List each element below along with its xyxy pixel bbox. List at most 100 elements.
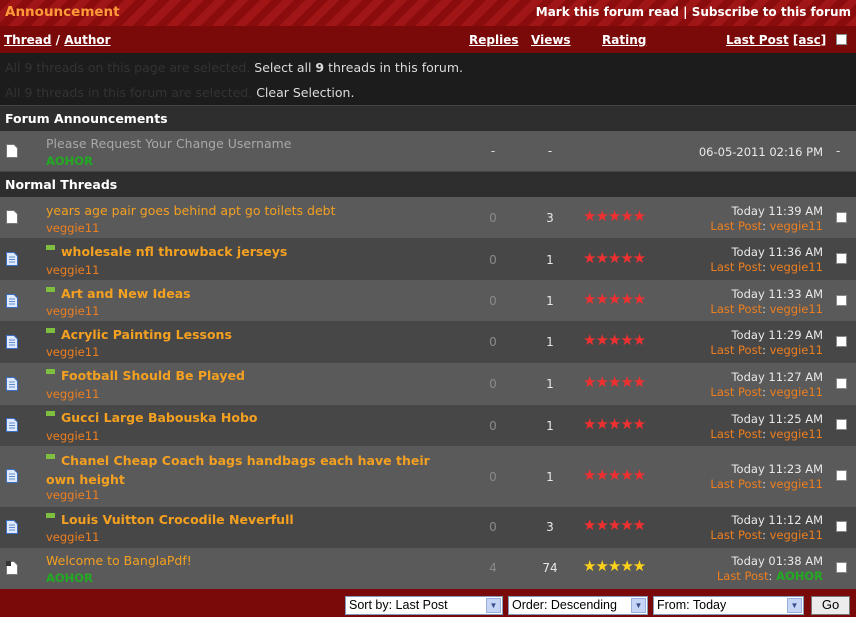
announcement-title-link[interactable]: Please Request Your Change Username	[46, 136, 292, 151]
thread-rating-stars: ★★★★★	[583, 249, 646, 267]
thread-replies: 0	[489, 520, 497, 534]
sort-by-thread-link[interactable]: Thread	[4, 33, 51, 47]
thread-author-link[interactable]: veggie11	[46, 488, 99, 502]
last-post-user-link[interactable]: AOHOR	[776, 569, 823, 583]
thread-row[interactable]: Gucci Large Babouska Hobo veggie11 0 1 ★…	[0, 405, 856, 446]
thread-select-checkbox[interactable]	[836, 253, 847, 264]
thread-replies: 0	[489, 335, 497, 349]
last-post-user-link[interactable]: veggie11	[770, 477, 823, 491]
last-post-user-link[interactable]: veggie11	[770, 343, 823, 357]
thread-author-link[interactable]: veggie11	[46, 429, 99, 443]
clear-selection-link[interactable]: Clear Selection.	[256, 85, 354, 100]
announcement-row[interactable]: Please Request Your Change Username AOHO…	[0, 131, 856, 171]
green-tag-icon	[46, 328, 55, 333]
thread-author-link[interactable]: veggie11	[46, 345, 99, 359]
go-button[interactable]: Go	[811, 596, 850, 615]
thread-author-link[interactable]: veggie11	[46, 530, 99, 544]
thread-row[interactable]: Art and New Ideas veggie11 0 1 ★★★★★ Tod…	[0, 280, 856, 321]
last-post-time: Today 11:25 AM	[731, 412, 823, 426]
announcement-mod-dash: -	[836, 144, 841, 158]
thread-status-icon	[6, 335, 18, 349]
select-all-forum-link[interactable]: Select all 9 threads in this forum.	[254, 60, 463, 75]
forum-title: Announcement	[5, 4, 120, 20]
thread-replies: 0	[489, 294, 497, 308]
thread-status-icon	[6, 294, 18, 308]
last-post-link[interactable]: Last Post	[710, 528, 762, 542]
thread-replies: 4	[489, 561, 497, 575]
announcement-icon	[6, 144, 18, 158]
last-post-info: Last Post: veggie11	[710, 260, 823, 274]
announcement-author[interactable]: AOHOR	[46, 154, 93, 168]
last-post-user-link[interactable]: veggie11	[770, 385, 823, 399]
thread-select-checkbox[interactable]	[836, 562, 847, 573]
thread-title-link[interactable]: years age pair goes behind apt go toilet…	[46, 203, 335, 218]
last-post-colon: :	[762, 385, 766, 399]
last-post-link[interactable]: Last Post	[710, 343, 762, 357]
thread-select-checkbox[interactable]	[836, 295, 847, 306]
last-post-link[interactable]: Last Post	[710, 302, 762, 316]
thread-title-link[interactable]: Gucci Large Babouska Hobo	[46, 410, 257, 425]
last-post-link[interactable]: Last Post	[710, 427, 762, 441]
subscribe-forum-link[interactable]: Subscribe to this forum	[692, 5, 851, 19]
sort-by-rating-link[interactable]: Rating	[602, 33, 646, 47]
thread-rating-stars: ★★★★★	[583, 466, 646, 484]
last-post-link[interactable]: Last Post	[710, 219, 762, 233]
thread-select-checkbox[interactable]	[836, 212, 847, 223]
from-date-value: From: Today	[657, 598, 727, 612]
thread-select-checkbox[interactable]	[836, 419, 847, 430]
thread-status-icon	[6, 561, 18, 575]
last-post-time: Today 11:23 AM	[731, 462, 823, 476]
thread-row[interactable]: Football Should Be Played veggie11 0 1 ★…	[0, 363, 856, 405]
thread-title-link[interactable]: Football Should Be Played	[46, 368, 245, 383]
thread-row[interactable]: Louis Vuitton Crocodile Neverfull veggie…	[0, 507, 856, 548]
thread-title-link[interactable]: Chanel Cheap Coach bags handbags each ha…	[46, 451, 430, 489]
last-post-link[interactable]: Last Post	[717, 569, 769, 583]
from-date-select[interactable]: From: Today ▼	[653, 596, 804, 615]
thread-author-link[interactable]: AOHOR	[46, 571, 93, 585]
sort-by-views-link[interactable]: Views	[531, 33, 571, 47]
last-post-user-link[interactable]: veggie11	[770, 219, 823, 233]
last-post-colon: :	[762, 302, 766, 316]
thread-title-link[interactable]: Louis Vuitton Crocodile Neverfull	[46, 512, 294, 527]
sort-by-author-link[interactable]: Author	[64, 33, 110, 47]
thread-title-link[interactable]: Art and New Ideas	[46, 286, 191, 301]
thread-views: 1	[546, 419, 554, 433]
thread-author-link[interactable]: veggie11	[46, 263, 99, 277]
thread-row[interactable]: years age pair goes behind apt go toilet…	[0, 197, 856, 238]
sort-by-replies-link[interactable]: Replies	[469, 33, 518, 47]
forum-selected-text: All 9 threads in this forum are selected…	[5, 85, 253, 100]
thread-row[interactable]: Welcome to BanglaPdf! AOHOR 4 74 ★★★★★ T…	[0, 548, 856, 589]
thread-title-link[interactable]: Acrylic Painting Lessons	[46, 327, 232, 342]
thread-select-checkbox[interactable]	[836, 336, 847, 347]
last-post-link[interactable]: Last Post	[710, 385, 762, 399]
thread-author-link[interactable]: veggie11	[46, 304, 99, 318]
thread-select-checkbox[interactable]	[836, 378, 847, 389]
thread-select-checkbox[interactable]	[836, 470, 847, 481]
thread-title-link[interactable]: wholesale nfl throwback jerseys	[46, 244, 287, 259]
thread-row[interactable]: Chanel Cheap Coach bags handbags each ha…	[0, 446, 856, 507]
thread-views: 1	[546, 470, 554, 484]
select-all-checkbox[interactable]	[836, 34, 847, 45]
selection-line-forum: All 9 threads in this forum are selected…	[5, 85, 354, 100]
last-post-link[interactable]: Last Post	[710, 260, 762, 274]
thread-row[interactable]: wholesale nfl throwback jerseys veggie11…	[0, 238, 856, 280]
chevron-down-icon: ▼	[787, 598, 802, 613]
sort-by-select[interactable]: Sort by: Last Post ▼	[345, 596, 503, 615]
last-post-user-link[interactable]: veggie11	[770, 302, 823, 316]
sort-asc-link[interactable]: [asc]	[793, 33, 826, 47]
mark-forum-read-link[interactable]: Mark this forum read	[536, 5, 679, 19]
last-post-time: Today 01:38 AM	[731, 554, 823, 568]
last-post-link[interactable]: Last Post	[710, 477, 762, 491]
last-post-user-link[interactable]: veggie11	[770, 427, 823, 441]
order-select[interactable]: Order: Descending ▼	[508, 596, 648, 615]
last-post-user-link[interactable]: veggie11	[770, 260, 823, 274]
thread-row[interactable]: Acrylic Painting Lessons veggie11 0 1 ★★…	[0, 321, 856, 363]
sort-by-last-post-link[interactable]: Last Post	[726, 33, 789, 47]
thread-select-checkbox[interactable]	[836, 521, 847, 532]
last-post-user-link[interactable]: veggie11	[770, 528, 823, 542]
thread-replies: 0	[489, 253, 497, 267]
select-all-suffix: threads in this forum.	[324, 60, 463, 75]
thread-title-link[interactable]: Welcome to BanglaPdf!	[46, 553, 192, 568]
thread-author-link[interactable]: veggie11	[46, 221, 99, 235]
thread-author-link[interactable]: veggie11	[46, 387, 99, 401]
